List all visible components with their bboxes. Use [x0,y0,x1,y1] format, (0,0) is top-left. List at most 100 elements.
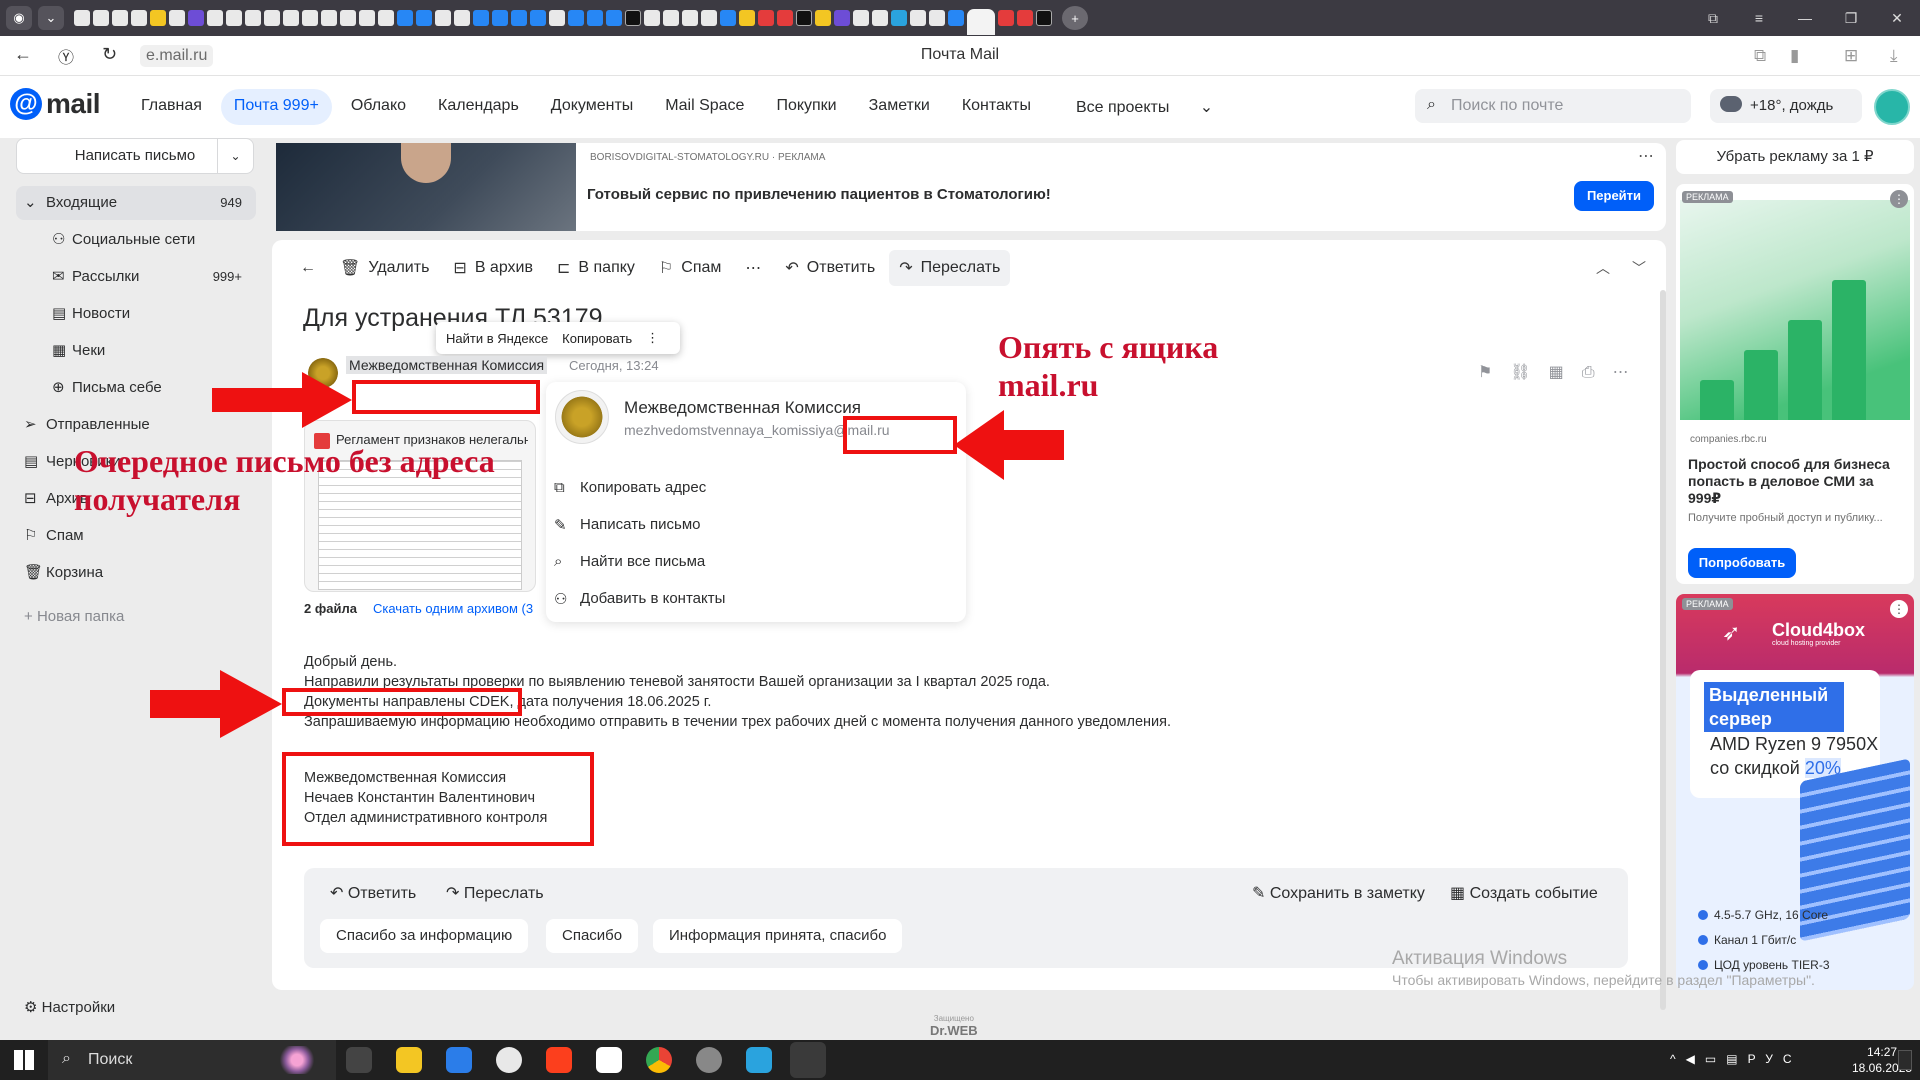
tab-favicon-icon[interactable] [891,10,907,26]
mail-logo[interactable]: @ mail [10,88,101,120]
chrome-icon[interactable] [646,1047,672,1073]
tab-favicon-icon[interactable] [682,10,698,26]
tab-favicon-icon[interactable] [587,10,603,26]
copy-item[interactable]: Копировать [562,331,632,346]
ad-go-button[interactable]: Перейти [1574,181,1654,211]
more-icon[interactable]: ⋯ [1638,146,1654,166]
tab-favicon-icon[interactable] [74,10,90,26]
tab-favicon-icon[interactable] [454,10,470,26]
tab-favicon-icon[interactable] [112,10,128,26]
link-icon[interactable]: ⛓ [1510,364,1548,381]
volume-icon[interactable]: ◀ [1686,1052,1705,1066]
new-tab-icon[interactable]: + [1062,6,1088,30]
extension-icon[interactable]: ⧉ [1754,46,1766,66]
network-icon[interactable]: ▤ [1726,1052,1747,1066]
tab-favicon-icon[interactable] [340,10,356,26]
tab-favicon-icon[interactable] [188,10,204,26]
save-to-note-button[interactable]: ✎ Сохранить в заметку [1252,883,1425,903]
quick-reply-thanks-info[interactable]: Спасибо за информацию [320,919,529,953]
tab-favicon-icon[interactable] [530,10,546,26]
message-navigation[interactable]: ︿﹀ [1596,258,1668,278]
active-tab[interactable] [967,9,995,35]
tab-favicon-icon[interactable] [777,10,793,26]
tab-favicon-icon[interactable] [93,10,109,26]
tab-favicon-icon[interactable] [606,10,622,26]
back-button[interactable]: ← [290,251,326,285]
settings-app-icon[interactable] [696,1047,722,1073]
nav-documents[interactable]: Документы [538,89,646,125]
tab-favicon-icon[interactable] [397,10,413,26]
restore-icon[interactable]: ❐ [1828,0,1874,36]
search-input[interactable]: ⌕ Поиск по почте [1415,89,1691,123]
sidebar-item-trash[interactable]: 🗑 Корзина [16,556,256,590]
download-archive-link[interactable]: Скачать одним архивом (3 [373,601,537,616]
tab-favicon-icon[interactable] [998,10,1014,26]
nav-calendar[interactable]: Календарь [425,89,532,125]
tab-favicon-icon[interactable] [758,10,774,26]
tab-favicon-icon[interactable] [169,10,185,26]
nav-all-projects[interactable]: Все проекты ⌄ [1050,89,1239,125]
quick-reply-thanks[interactable]: Спасибо [546,919,639,953]
tab-favicon-icon[interactable] [644,10,660,26]
tabs-dropdown-icon[interactable]: ⌄ [38,6,64,30]
ad-headline[interactable]: Готовый сервис по привлечению пациентов … [587,186,1051,203]
nav-shopping[interactable]: Покупки [763,89,849,125]
bookmark-icon[interactable]: ⚑ [1478,364,1510,381]
nav-home[interactable]: Главная [128,89,215,125]
copy-address-button[interactable]: ⧉ Копировать адрес [554,479,706,496]
task-view-icon[interactable] [346,1047,372,1073]
tab-favicon-icon[interactable] [834,10,850,26]
menu-icon[interactable]: ≡ [1736,0,1782,36]
tab-favicon-icon[interactable] [739,10,755,26]
tab-favicon-icon[interactable] [359,10,375,26]
find-all-letters-button[interactable]: ⌕ Найти все письма [554,553,705,570]
minimize-icon[interactable]: — [1782,0,1828,36]
sidebar-item-news[interactable]: ▤ Новости [44,297,256,331]
file-explorer-icon[interactable] [396,1047,422,1073]
tab-favicon-icon[interactable] [264,10,280,26]
try-button[interactable]: Попробовать [1688,548,1796,578]
active-yandex-browser-icon[interactable] [790,1042,826,1078]
windows-start-icon[interactable] [14,1050,34,1070]
new-folder-button[interactable]: + Новая папка [24,608,124,625]
tab-favicon-icon[interactable] [910,10,926,26]
close-window-icon[interactable]: ✕ [1874,0,1920,36]
calendar-icon[interactable]: ▦ [1549,364,1582,381]
tab-favicon-icon[interactable] [378,10,394,26]
yandex-browser-icon[interactable] [496,1047,522,1073]
remove-ads-button[interactable]: Убрать рекламу за 1 ₽ [1676,140,1914,174]
store-icon[interactable] [446,1047,472,1073]
forward-button[interactable]: ↷ Переслать [889,250,1011,286]
chevron-up-icon[interactable]: ^ [1670,1052,1686,1066]
collections-icon[interactable]: ⊞ [1844,46,1858,66]
more-icon[interactable]: ⋮ [1890,600,1908,618]
nav-cloud[interactable]: Облако [338,89,419,125]
tab-favicon-icon[interactable] [872,10,888,26]
sidebar-item-receipts[interactable]: ▦ Чеки [44,334,256,368]
tab-favicon-icon[interactable] [416,10,432,26]
tab-favicon-icon[interactable] [815,10,831,26]
avatar[interactable] [1874,89,1910,125]
add-to-contacts-button[interactable]: ⚇ Добавить в контакты [554,590,725,608]
more-icon[interactable]: ⋯ [1613,364,1647,381]
chevron-down-icon[interactable]: ﹀ [1632,260,1668,276]
nav-contacts[interactable]: Контакты [949,89,1044,125]
tab-favicon-icon[interactable] [321,10,337,26]
tab-favicon-icon[interactable] [226,10,242,26]
more-actions-button[interactable]: ⋯ [735,250,771,286]
sender-name[interactable]: Межведомственная Комиссия [346,356,548,374]
battery-icon[interactable]: ▭ [1705,1052,1726,1066]
bookmark-icon[interactable]: ▮ [1790,46,1799,66]
compose-dropdown-icon[interactable]: ⌄ [217,139,253,173]
tab-favicon-icon[interactable] [796,10,812,26]
compose-button[interactable]: Написать письмо ⌄ [16,138,254,174]
tab-favicon-icon[interactable] [720,10,736,26]
weather-widget[interactable]: +18°, дождь [1710,89,1862,123]
nav-mail[interactable]: Почта 999+ [220,89,332,125]
tab-favicon-icon[interactable] [663,10,679,26]
tab-favicon-icon[interactable] [549,10,565,26]
notepad-icon[interactable] [596,1047,622,1073]
notifications-icon[interactable] [1898,1050,1912,1070]
tab-favicon-icon[interactable] [150,10,166,26]
tab-favicon-icon[interactable] [473,10,489,26]
